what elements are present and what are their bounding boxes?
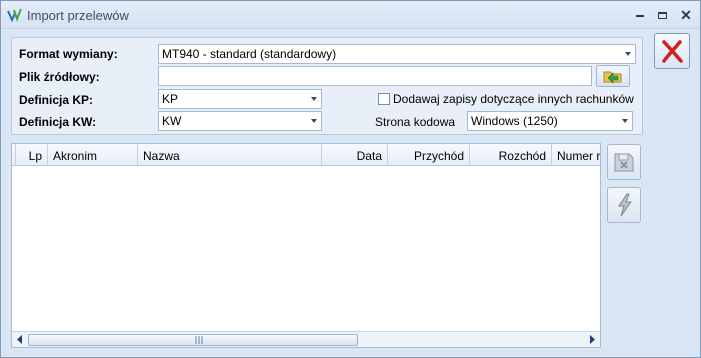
grip-icon: [195, 336, 203, 344]
codepage-value: Windows (1250): [471, 114, 558, 128]
red-x-close-icon: [662, 40, 683, 63]
save-disk-icon: [614, 153, 634, 172]
chevron-down-icon: [625, 52, 631, 56]
browse-file-button[interactable]: [596, 65, 630, 87]
codepage-label: Strona kodowa: [375, 115, 456, 129]
column-header-nazwa[interactable]: Nazwa: [138, 144, 322, 165]
column-header-data[interactable]: Data: [322, 144, 388, 165]
grid-header: Lp Akronim Nazwa Data Przychód Rozchód N…: [12, 144, 600, 166]
lightning-icon: [618, 193, 632, 217]
app-icon: [7, 8, 22, 23]
arrow-left-icon: [17, 335, 22, 344]
execute-import-button[interactable]: [607, 187, 641, 223]
arrow-right-icon: [590, 335, 595, 344]
def-kw-value: KW: [162, 114, 182, 128]
def-kw-select[interactable]: KW: [158, 111, 322, 131]
format-label: Format wymiany:: [19, 47, 118, 61]
chevron-down-icon: [622, 119, 628, 123]
chevron-down-icon: [311, 97, 317, 101]
source-file-label: Plik źródłowy:: [19, 70, 100, 84]
chevron-down-icon: [311, 119, 317, 123]
format-value: MT940 - standard (standardowy): [162, 47, 337, 61]
close-icon: ✕: [680, 7, 692, 23]
window-title: Import przelewów: [27, 8, 129, 23]
codepage-select[interactable]: Windows (1250): [467, 111, 633, 131]
import-transfers-window: Import przelewów ✕ Format wymiany: MT940…: [0, 0, 701, 358]
other-accounts-label: Dodawaj zapisy dotyczące innych rachunkó…: [393, 92, 634, 106]
cancel-button[interactable]: [654, 33, 690, 69]
title-bar: Import przelewów ✕: [1, 1, 700, 29]
save-import-button[interactable]: [607, 144, 641, 180]
column-header-przychod[interactable]: Przychód: [388, 144, 470, 165]
scrollbar-thumb[interactable]: [28, 334, 358, 346]
maximize-icon: [657, 12, 667, 20]
folder-icon: [603, 71, 622, 84]
column-header-rozchod[interactable]: Rozchód: [470, 144, 552, 165]
horizontal-scrollbar[interactable]: [12, 331, 600, 347]
scroll-left-button[interactable]: [12, 332, 28, 347]
other-accounts-checkbox[interactable]: [378, 93, 390, 105]
close-window-button[interactable]: ✕: [677, 7, 695, 23]
source-file-input[interactable]: [158, 66, 592, 86]
def-kp-value: KP: [162, 92, 179, 106]
column-header-numer-rachunku[interactable]: Numer ra: [552, 144, 600, 165]
minimize-button[interactable]: [631, 7, 649, 23]
maximize-button[interactable]: [653, 7, 671, 23]
transfers-grid[interactable]: Lp Akronim Nazwa Data Przychód Rozchód N…: [11, 143, 601, 348]
minimize-icon: [636, 14, 644, 17]
def-kw-label: Definicja KW:: [19, 115, 97, 129]
import-settings-panel: Format wymiany: MT940 - standard (standa…: [11, 37, 643, 135]
column-header-akronim[interactable]: Akronim: [48, 144, 138, 165]
column-header-lp[interactable]: Lp: [16, 144, 48, 165]
def-kp-label: Definicja KP:: [19, 93, 94, 107]
def-kp-select[interactable]: KP: [158, 89, 322, 109]
format-select[interactable]: MT940 - standard (standardowy): [158, 44, 636, 64]
scroll-right-button[interactable]: [584, 332, 600, 347]
